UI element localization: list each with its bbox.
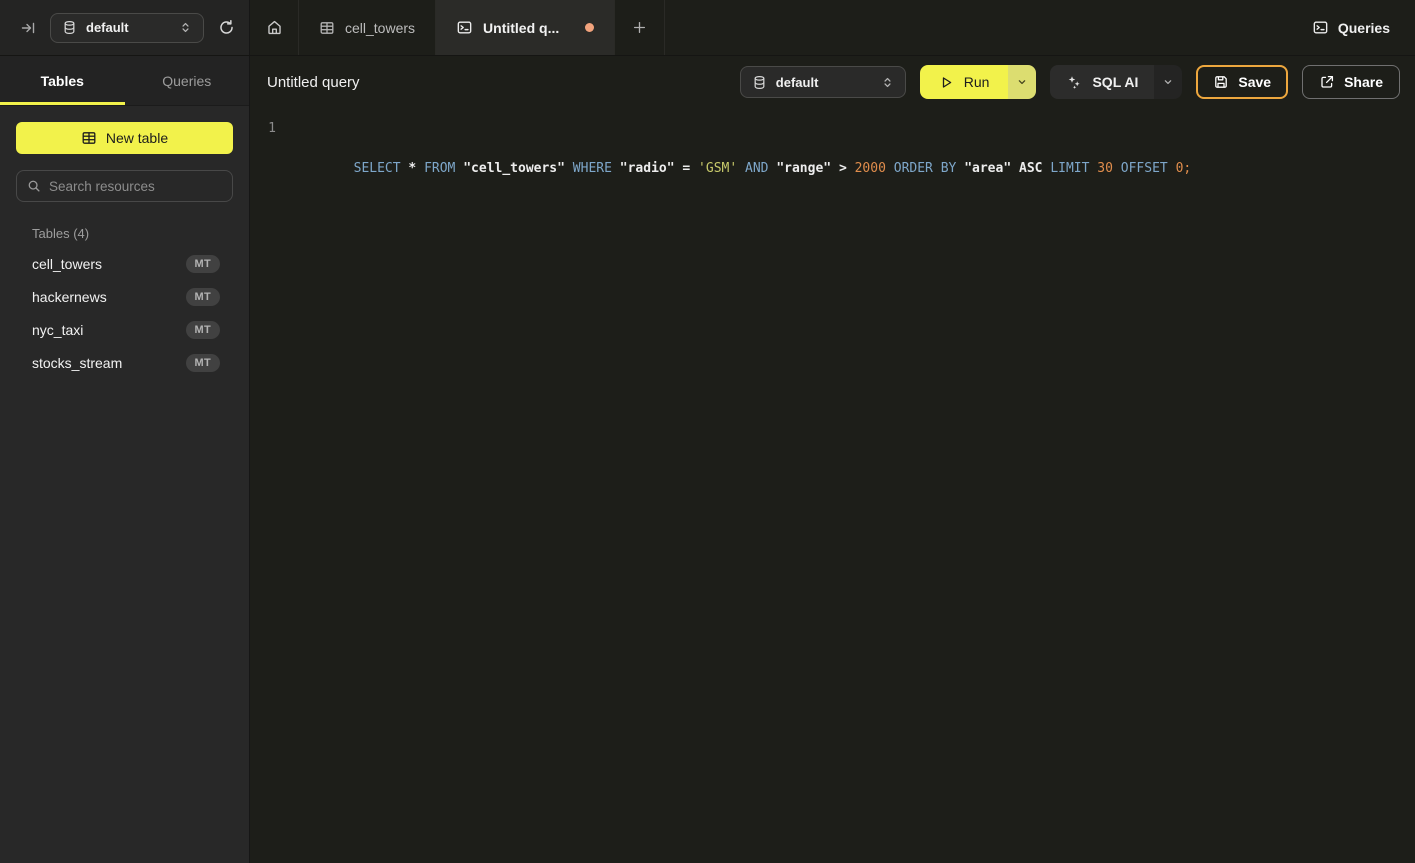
sidebar-header: default: [0, 0, 250, 55]
query-title: Untitled query: [267, 74, 360, 91]
search-resources-box: [16, 170, 233, 202]
table-engine-badge: MT: [186, 321, 220, 339]
sql-token: "cell_towers": [463, 161, 573, 176]
sql-ai-split-button: SQL AI: [1050, 65, 1182, 99]
sql-token: AND: [745, 161, 776, 176]
line-number: 1: [250, 119, 276, 863]
run-options-button[interactable]: [1008, 65, 1036, 99]
chevron-up-down-icon: [881, 76, 894, 89]
sql-token: 30: [1097, 161, 1120, 176]
sql-token: "radio": [620, 161, 683, 176]
play-icon: [939, 75, 954, 90]
sql-token: "area": [964, 161, 1019, 176]
sql-token: "range": [776, 161, 839, 176]
table-engine-badge: MT: [186, 288, 220, 306]
query-database-selector[interactable]: default: [740, 66, 906, 98]
sidebar-tabs: Tables Queries: [0, 56, 249, 106]
run-button[interactable]: Run: [920, 65, 1009, 99]
sql-token: WHERE: [573, 161, 620, 176]
main-panel: Untitled query default: [250, 56, 1415, 863]
run-split-button: Run: [920, 65, 1037, 99]
tab-cell-towers[interactable]: cell_towers: [299, 0, 436, 55]
new-tab-button[interactable]: [615, 0, 665, 55]
table-name: stocks_stream: [32, 355, 122, 371]
sql-token: LIMIT: [1050, 161, 1097, 176]
sql-token: ORDER BY: [894, 161, 964, 176]
plus-icon: [632, 20, 647, 35]
table-name: nyc_taxi: [32, 322, 83, 338]
sidebar-tab-queries[interactable]: Queries: [125, 56, 250, 105]
sidebar-tab-tables[interactable]: Tables: [0, 56, 125, 105]
sql-token: FROM: [424, 161, 463, 176]
share-external-icon: [1319, 74, 1335, 90]
sql-token: ASC: [1019, 161, 1050, 176]
top-bar: default cell_towers: [0, 0, 1415, 56]
queries-panel-button[interactable]: Queries: [1312, 0, 1415, 55]
queries-panel-label: Queries: [1338, 20, 1390, 36]
new-table-button[interactable]: New table: [16, 122, 233, 154]
sql-token: *: [408, 161, 424, 176]
sql-token: 0;: [1176, 161, 1192, 176]
tab-strip: cell_towers Untitled q... Queries: [250, 0, 1415, 55]
app-window: default cell_towers: [0, 0, 1415, 863]
tables-section-header: Tables (4): [32, 226, 233, 241]
table-list-item[interactable]: stocks_stream MT: [0, 346, 249, 379]
table-icon: [81, 130, 97, 146]
table-list-item[interactable]: nyc_taxi MT: [0, 313, 249, 346]
table-engine-badge: MT: [186, 255, 220, 273]
share-label: Share: [1344, 74, 1383, 90]
table-engine-badge: MT: [186, 354, 220, 372]
floppy-disk-icon: [1213, 74, 1229, 90]
sidebar-tab-label: Tables: [41, 73, 84, 89]
table-list-item[interactable]: cell_towers MT: [0, 247, 249, 280]
sql-editor[interactable]: 1 SELECT * FROM "cell_towers" WHERE "rad…: [250, 108, 1415, 863]
query-database-value: default: [776, 75, 872, 90]
tab-home[interactable]: [250, 0, 299, 55]
sql-token: OFFSET: [1121, 161, 1176, 176]
search-icon: [27, 179, 41, 193]
unsaved-changes-dot: [585, 23, 594, 32]
collapse-sidebar-button[interactable]: [18, 18, 38, 38]
save-button[interactable]: Save: [1196, 65, 1288, 99]
sparkles-icon: [1066, 74, 1082, 90]
database-selector-value: default: [86, 20, 170, 35]
sql-token: >: [839, 161, 855, 176]
new-table-label: New table: [106, 130, 168, 146]
tab-label: Untitled q...: [483, 20, 559, 36]
database-icon: [62, 20, 77, 35]
sidebar: Tables Queries New table Tables (4): [0, 56, 250, 863]
save-label: Save: [1238, 74, 1271, 90]
table-name: cell_towers: [32, 256, 102, 272]
table-name: hackernews: [32, 289, 107, 305]
sql-ai-label: SQL AI: [1092, 74, 1138, 90]
sql-token: 2000: [855, 161, 894, 176]
search-input[interactable]: [49, 179, 222, 194]
query-toolbar: Untitled query default: [250, 56, 1415, 108]
chevron-up-down-icon: [179, 21, 192, 34]
tab-untitled-query[interactable]: Untitled q...: [436, 0, 615, 55]
sql-ai-button[interactable]: SQL AI: [1050, 65, 1154, 99]
database-icon: [752, 75, 767, 90]
collapse-sidebar-icon: [20, 20, 36, 36]
query-terminal-icon: [1312, 19, 1329, 36]
table-icon: [319, 20, 335, 36]
table-list-item[interactable]: hackernews MT: [0, 280, 249, 313]
chevron-down-icon: [1162, 76, 1174, 88]
run-label: Run: [964, 74, 990, 90]
sql-token: =: [682, 161, 698, 176]
refresh-icon: [218, 19, 235, 36]
share-button[interactable]: Share: [1302, 65, 1400, 99]
tab-label: cell_towers: [345, 20, 415, 36]
home-icon: [266, 19, 283, 36]
database-selector[interactable]: default: [50, 13, 204, 43]
sql-token: 'GSM': [698, 161, 745, 176]
sidebar-tab-label: Queries: [162, 73, 211, 89]
query-terminal-icon: [456, 19, 473, 36]
sql-code-line[interactable]: SELECT * FROM "cell_towers" WHERE "radio…: [291, 119, 1191, 863]
sql-ai-options-button[interactable]: [1154, 65, 1182, 99]
sql-token: SELECT: [354, 161, 409, 176]
refresh-button[interactable]: [216, 17, 237, 38]
tables-list: cell_towers MT hackernews MT nyc_taxi MT: [0, 247, 249, 379]
chevron-down-icon: [1016, 76, 1028, 88]
